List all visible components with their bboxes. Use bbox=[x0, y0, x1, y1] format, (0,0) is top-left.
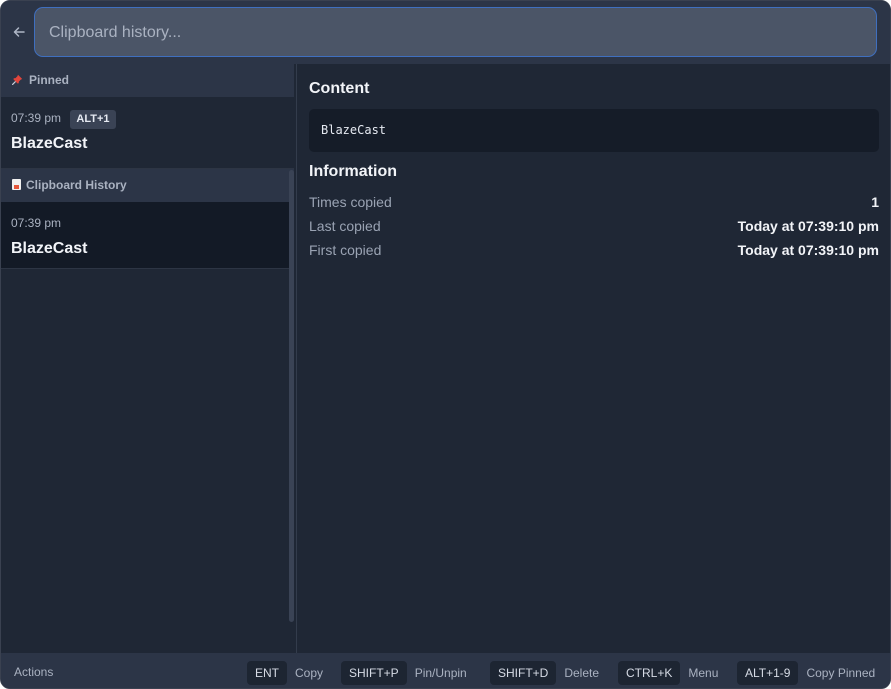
content-heading: Content bbox=[309, 80, 370, 97]
search-box bbox=[34, 7, 877, 57]
info-value: 1 bbox=[871, 194, 879, 210]
key-shift-d[interactable]: SHIFT+D bbox=[490, 661, 557, 685]
history-section-label: Clipboard History bbox=[26, 178, 127, 192]
item-time: 07:39 pm bbox=[11, 216, 62, 230]
hint-label: Copy Pinned bbox=[806, 666, 876, 680]
info-label: First copied bbox=[309, 242, 382, 258]
item-meta: 07:39 pm bbox=[11, 213, 61, 233]
hint-copy-pinned: ALT+1-9 Copy Pinned bbox=[737, 661, 875, 685]
history-section-header: Clipboard History bbox=[1, 169, 294, 202]
item-meta: 07:39 pm ALT+1 bbox=[11, 108, 116, 129]
hint-label: Pin/Unpin bbox=[414, 666, 467, 680]
content-preview: BlazeCast bbox=[309, 109, 879, 152]
pinned-item[interactable]: 07:39 pm ALT+1 BlazeCast bbox=[1, 97, 290, 163]
document-icon bbox=[12, 179, 21, 190]
hint-label: Copy bbox=[295, 666, 324, 680]
pinned-section-label: Pinned bbox=[29, 73, 70, 87]
top-bar bbox=[1, 1, 890, 64]
history-item[interactable]: 07:39 pm BlazeCast bbox=[1, 202, 290, 268]
key-ent[interactable]: ENT bbox=[247, 661, 287, 685]
pushpin-icon bbox=[12, 65, 26, 98]
detail-panel: Content BlazeCast Information Times copi… bbox=[297, 64, 890, 653]
key-alt-1-9[interactable]: ALT+1-9 bbox=[737, 661, 799, 685]
info-value: Today at 07:39:10 pm bbox=[737, 218, 879, 234]
clipboard-history-window: Pinned 07:39 pm ALT+1 BlazeCast Clipboar… bbox=[0, 0, 891, 689]
clipboard-list-panel: Pinned 07:39 pm ALT+1 BlazeCast Clipboar… bbox=[1, 64, 297, 653]
key-shift-p[interactable]: SHIFT+P bbox=[341, 661, 407, 685]
info-row-times-copied: Times copied 1 bbox=[309, 191, 879, 213]
list-scrollbar[interactable] bbox=[289, 170, 294, 622]
hint-label: Delete bbox=[564, 666, 600, 680]
information-heading: Information bbox=[309, 163, 397, 180]
info-row-last-copied: Last copied Today at 07:39:10 pm bbox=[309, 215, 879, 237]
hint-label: Menu bbox=[688, 666, 719, 680]
list-divider bbox=[1, 268, 294, 269]
hint-menu: CTRL+K Menu bbox=[618, 661, 718, 685]
key-ctrl-k[interactable]: CTRL+K bbox=[618, 661, 681, 685]
footer-bar: Actions ENT Copy SHIFT+P Pin/Unpin SHIFT+D… bbox=[1, 653, 890, 688]
back-button[interactable] bbox=[9, 21, 29, 43]
search-input[interactable] bbox=[47, 8, 861, 57]
info-value: Today at 07:39:10 pm bbox=[737, 242, 879, 258]
info-row-first-copied: First copied Today at 07:39:10 pm bbox=[309, 239, 879, 261]
info-label: Last copied bbox=[309, 218, 381, 234]
hint-copy: ENT Copy bbox=[247, 661, 323, 685]
info-label: Times copied bbox=[309, 194, 392, 210]
pinned-section-header: Pinned bbox=[1, 64, 294, 97]
actions-button[interactable]: Actions bbox=[14, 653, 53, 688]
hint-delete: SHIFT+D Delete bbox=[490, 661, 599, 685]
arrow-left-icon bbox=[13, 27, 25, 37]
item-title: BlazeCast bbox=[11, 135, 88, 152]
item-title: BlazeCast bbox=[11, 240, 88, 257]
shortcut-badge: ALT+1 bbox=[70, 110, 116, 129]
hint-pin-unpin: SHIFT+P Pin/Unpin bbox=[341, 661, 467, 685]
item-time: 07:39 pm bbox=[11, 111, 62, 125]
